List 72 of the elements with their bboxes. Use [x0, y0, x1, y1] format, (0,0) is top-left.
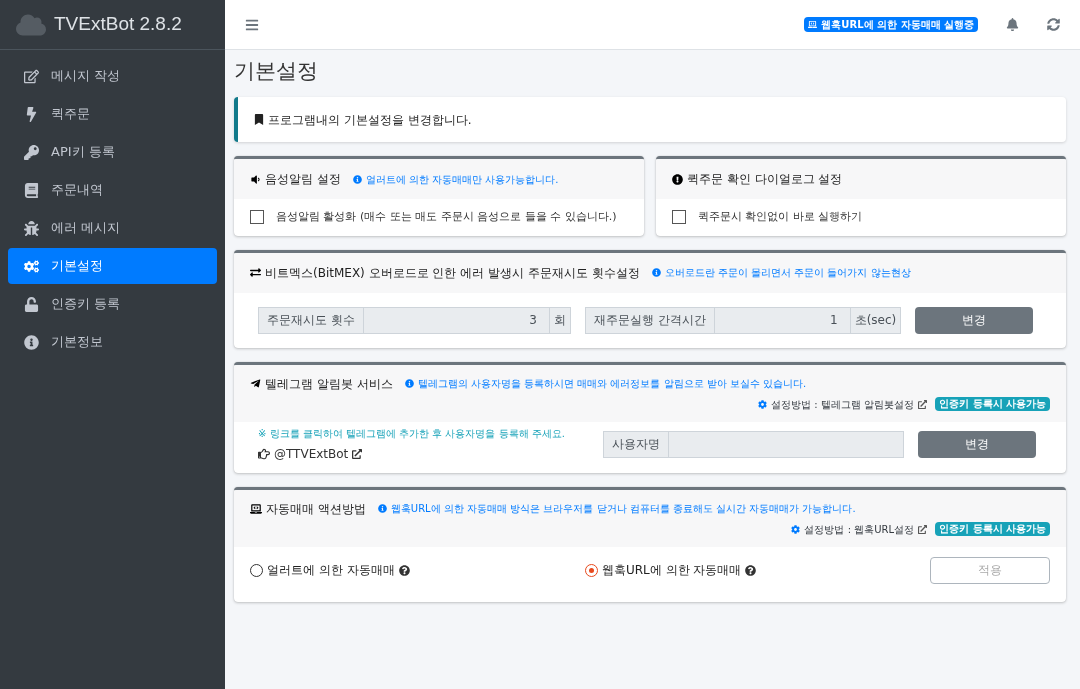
nav-icon: [24, 68, 39, 84]
field-label: 재주문실행 간격시간: [584, 306, 715, 334]
info-icon: [651, 268, 661, 277]
card-title: 비트멕스(BitMEX) 오버로드로 인한 에러 발생시 주문재시도 횟수설정: [265, 264, 640, 282]
checkbox-label: 퀵주문시 확인없이 바로 실행하기: [698, 209, 863, 225]
menu-icon[interactable]: [245, 17, 259, 32]
paper-plane-icon: [250, 378, 261, 389]
change-button[interactable]: 변경: [915, 306, 1034, 334]
requirement-badge: 인증키 등록시 사용가능: [935, 522, 1050, 536]
checkbox[interactable]: [672, 210, 686, 225]
number-field[interactable]: 3: [363, 306, 549, 334]
card-title: 텔레그램 알림봇 서비스: [265, 375, 393, 393]
status-badge: 웹훅URL에 의한 자동매매 실행중: [804, 17, 978, 32]
card-note: 텔레그램의 사용자명을 등록하시면 매매와 에러정보를 알림으로 받아 보실수 있습니다.: [417, 377, 807, 391]
callout-text: 프로그램내의 기본설정을 변경합니다.: [268, 111, 472, 129]
field-label: 주문재시도 횟수: [258, 306, 364, 334]
pointing-hand-icon: [258, 447, 270, 460]
bot-link[interactable]: @TTVExtBot: [274, 444, 349, 463]
info-icon: [404, 379, 414, 388]
sidebar-item[interactable]: 기본정보: [8, 324, 217, 360]
external-link-icon: [918, 524, 928, 534]
laptop-icon: [250, 502, 262, 515]
card-note: 얼러트에 의한 자동매매만 사용가능합니다.: [365, 172, 559, 187]
card-note: 웹훅URL에 의한 자동매매 방식은 브라우저를 닫거나 컴퓨터를 종료해도 실시간 자동매매가 가능합니다.: [390, 502, 856, 516]
checkbox-label: 음성알림 활성화 (매수 또는 매도 주문시 음성으로 들을 수 있습니다.): [276, 209, 617, 225]
card-note: 오버로드란 주문이 몰리면서 주문이 들어가지 않는현상: [664, 266, 911, 280]
help-icon[interactable]: [398, 564, 410, 576]
card-title: 음성알림 설정: [265, 171, 341, 188]
nav-icon: [24, 106, 39, 122]
nav-icon: [24, 144, 39, 160]
external-link-icon: [918, 399, 928, 409]
sidebar-item[interactable]: 메시지 작성: [8, 58, 217, 94]
nav-icon: [24, 334, 39, 350]
exchange-icon: [250, 267, 261, 278]
info-icon: [352, 174, 362, 184]
nav-icon: [24, 258, 39, 274]
change-button[interactable]: 변경: [918, 430, 1036, 458]
sidebar-item[interactable]: 인증키 등록: [8, 286, 217, 322]
hint-text: ※ 링크를 클릭하여 텔레그램에 추가한 후 사용자명을 등록해 주세요.: [258, 426, 566, 441]
refresh-icon[interactable]: [1047, 18, 1060, 31]
alert-icon: [672, 173, 683, 185]
sidebar-item[interactable]: 주문내역: [8, 172, 217, 208]
info-icon: [377, 504, 387, 513]
setup-link[interactable]: 설정방법 : 웹훅URL설정: [804, 521, 915, 537]
checkbox[interactable]: [250, 210, 264, 225]
sidebar-item[interactable]: 퀵주문: [8, 96, 217, 132]
nav-icon: [24, 296, 39, 312]
field-label: 사용자명: [603, 430, 669, 458]
page-title: 기본설정: [234, 58, 319, 85]
speaker-icon: [250, 173, 261, 185]
unit-label: 회: [548, 306, 571, 334]
card-title: 자동매매 액션방법: [266, 500, 366, 518]
nav-icon: [24, 182, 39, 198]
nav-icon: [24, 220, 39, 236]
unit-label: 초(sec): [849, 306, 902, 334]
sidebar-item[interactable]: 기본설정: [8, 248, 217, 284]
brand-name: TVExtBot 2.8.2: [54, 12, 182, 37]
notification-icon[interactable]: [1006, 18, 1019, 31]
requirement-badge: 인증키 등록시 사용가능: [935, 397, 1050, 411]
settings-icon: [791, 524, 801, 534]
radio-label: 얼러트에 의한 자동매매: [267, 561, 395, 579]
username-field[interactable]: [669, 430, 904, 458]
radio-label: 웹훅URL에 의한 자동매매: [602, 561, 742, 579]
bookmark-icon: [254, 114, 264, 125]
settings-icon: [758, 399, 768, 409]
external-link-icon: [352, 448, 363, 459]
sidebar-item[interactable]: API키 등록: [8, 134, 217, 170]
sidebar-item[interactable]: 에러 메시지: [8, 210, 217, 246]
card-title: 퀵주문 확인 다이얼로그 설정: [687, 171, 843, 188]
number-field[interactable]: 1: [714, 306, 850, 334]
setup-link[interactable]: 설정방법 : 텔레그램 알림봇설정: [771, 396, 915, 412]
help-icon[interactable]: [745, 564, 757, 576]
